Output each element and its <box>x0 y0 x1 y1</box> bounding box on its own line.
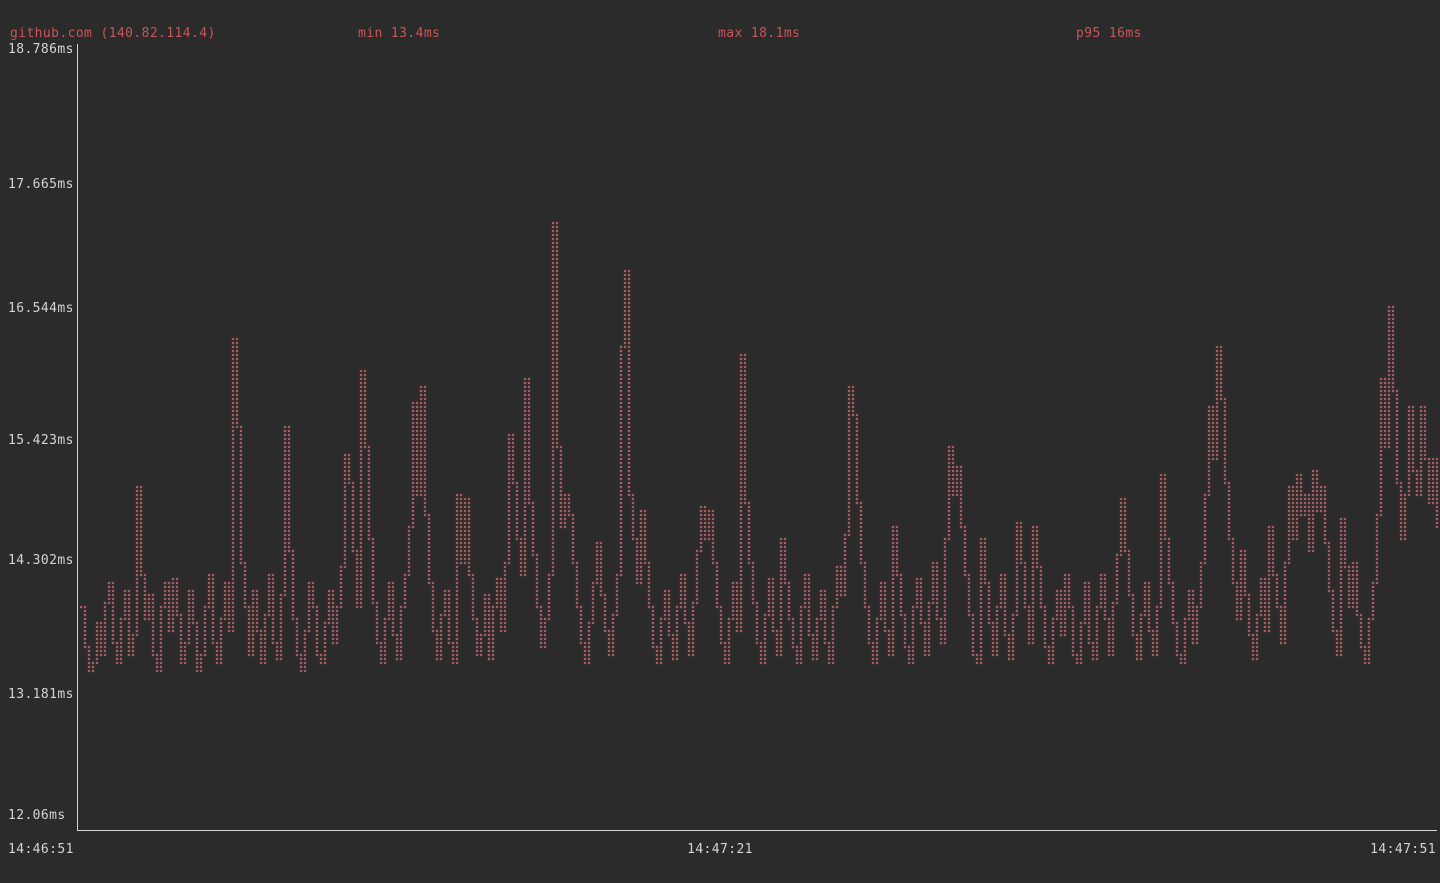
y-axis-tick: 13.181ms <box>8 687 74 702</box>
y-axis-tick: 14.302ms <box>8 553 74 568</box>
y-axis-tick: 12.06ms <box>8 808 66 823</box>
stat-max: max 18.1ms <box>718 26 800 41</box>
stat-min: min 13.4ms <box>358 26 440 41</box>
terminal-window: github.com (140.82.114.4) min 13.4ms max… <box>0 0 1440 883</box>
y-axis-tick: 15.423ms <box>8 433 74 448</box>
y-axis-tick: 17.665ms <box>8 177 74 192</box>
x-axis-tick-end: 14:47:51 <box>1370 842 1436 857</box>
y-axis-tick: 18.786ms <box>8 42 74 57</box>
x-axis-tick-start: 14:46:51 <box>8 842 74 857</box>
plot-axes-frame <box>77 44 1437 831</box>
y-axis-tick: 16.544ms <box>8 301 74 316</box>
host-title: github.com (140.82.114.4) <box>10 26 216 41</box>
stat-p95: p95 16ms <box>1076 26 1142 41</box>
x-axis-tick-middle: 14:47:21 <box>687 842 753 857</box>
